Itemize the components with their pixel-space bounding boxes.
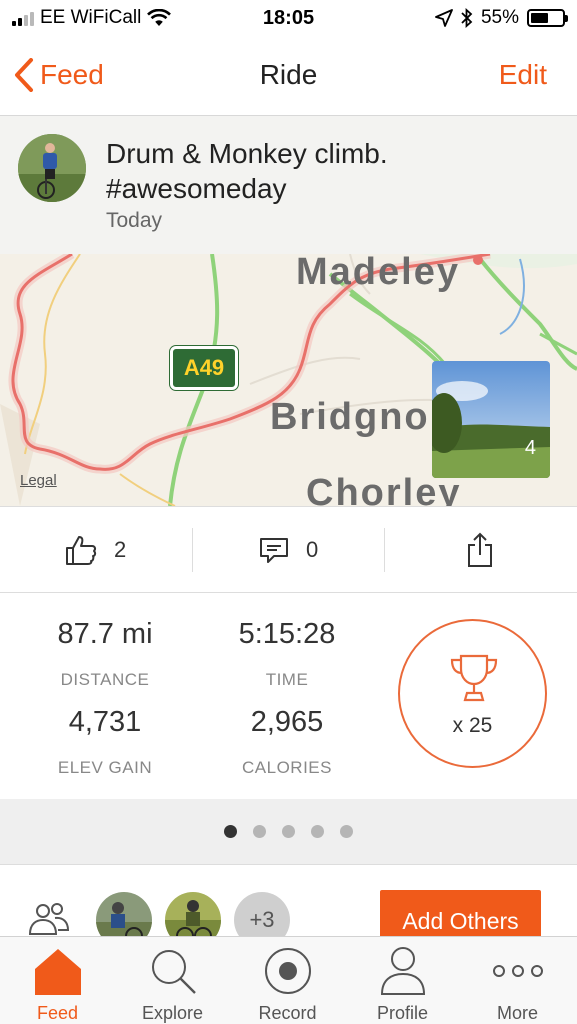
comment-count: 0: [306, 537, 319, 562]
page-title: Ride: [259, 59, 318, 90]
page-dot[interactable]: [311, 825, 324, 838]
page-dot[interactable]: [253, 825, 266, 838]
tab-profile[interactable]: Profile: [345, 937, 460, 1024]
calories-label: CALORIES: [242, 758, 332, 777]
stat-distance: 87.7 mi DISTANCE: [10, 618, 200, 690]
trophy-count: x 25: [452, 714, 493, 737]
stat-elev-gain: 4,731 ELEV GAIN: [10, 706, 200, 778]
edit-button[interactable]: Edit: [499, 59, 547, 91]
legal-link[interactable]: Legal: [20, 472, 57, 489]
more-athletes-badge[interactable]: +3: [234, 892, 290, 936]
status-bar: EE WiFiCall 18:05 55%: [0, 0, 577, 38]
tab-explore[interactable]: Explore: [115, 937, 230, 1024]
group-icon: [28, 903, 70, 935]
time-label: TIME: [265, 670, 309, 689]
tab-label: Record: [258, 1003, 317, 1023]
battery-fill: [531, 13, 548, 23]
calories-value: 2,965: [250, 706, 324, 738]
place-label: Madeley: [296, 254, 460, 293]
tab-label: More: [496, 1003, 538, 1023]
more-icon: [492, 965, 543, 977]
elev-gain-value: 4,731: [68, 706, 142, 738]
tab-record[interactable]: Record: [230, 937, 345, 1024]
home-icon: [34, 949, 81, 995]
group-athletes: +3 Add Others: [0, 866, 577, 936]
social-actions: 2 0: [0, 506, 577, 593]
route-map[interactable]: A49 Madeley Bridgno Chorley Legal 4: [0, 254, 577, 506]
divider: [192, 528, 193, 572]
tab-bar: Feed Explore Record Profile More: [0, 936, 577, 1024]
time-value: 5:15:28: [238, 618, 336, 650]
tab-more[interactable]: More: [460, 937, 575, 1024]
divider: [384, 528, 385, 572]
elev-gain-label: ELEV GAIN: [57, 758, 153, 777]
athlete-avatar[interactable]: [165, 892, 221, 936]
page-dot[interactable]: [282, 825, 295, 838]
profile-icon: [380, 947, 425, 995]
page-dot[interactable]: [224, 825, 237, 838]
trophy-icon: [450, 654, 498, 702]
activity-date: Today: [106, 209, 163, 232]
road-shield: A49: [170, 346, 238, 390]
add-others-button[interactable]: Add Others: [380, 890, 541, 936]
thumbs-up-icon: [66, 536, 97, 565]
athlete-avatar[interactable]: [96, 892, 152, 936]
battery-icon: [527, 9, 568, 27]
status-right: 55%: [435, 7, 568, 29]
tab-label: Feed: [36, 1003, 79, 1023]
share-button[interactable]: [466, 507, 506, 593]
stat-calories: 2,965 CALORIES: [192, 706, 382, 778]
location-arrow-icon: [435, 9, 453, 27]
distance-value: 87.7 mi: [57, 618, 153, 650]
distance-label: DISTANCE: [60, 670, 150, 689]
achievements-button[interactable]: x 25: [398, 619, 547, 768]
stat-time: 5:15:28 TIME: [192, 618, 382, 690]
activity-title[interactable]: Drum & Monkey climb. #awesomeday: [106, 136, 546, 206]
photo-thumbnail[interactable]: 4: [432, 361, 550, 478]
athlete-avatar[interactable]: [18, 134, 86, 202]
kudos-count: 2: [114, 537, 127, 562]
battery-percent: 55%: [480, 7, 519, 28]
place-label: Bridgno: [270, 396, 430, 438]
comment-button[interactable]: 0: [258, 507, 348, 593]
tab-feed[interactable]: Feed: [0, 937, 115, 1024]
kudos-button[interactable]: 2: [64, 507, 154, 593]
tab-label: Explore: [141, 1003, 204, 1023]
nav-bar: Feed Ride Edit: [0, 38, 577, 116]
page-dot[interactable]: [340, 825, 353, 838]
activity-stats: 87.7 mi DISTANCE 5:15:28 TIME 4,731 ELEV…: [0, 593, 577, 799]
photo-count: 4: [524, 437, 536, 459]
share-icon: [468, 532, 492, 567]
tab-label: Profile: [376, 1003, 429, 1023]
search-icon: [151, 950, 196, 994]
record-icon: [264, 948, 311, 994]
activity-header: Drum & Monkey climb. #awesomeday Today: [0, 116, 577, 254]
comment-icon: [260, 538, 288, 563]
page-indicator[interactable]: [0, 799, 577, 865]
bluetooth-icon: [461, 8, 473, 28]
